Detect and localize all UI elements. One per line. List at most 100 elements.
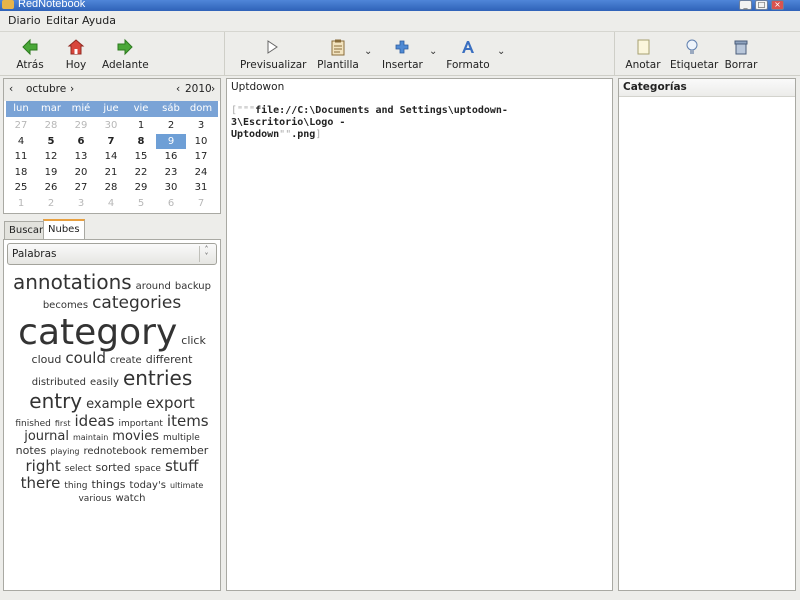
calendar-day[interactable]: 27	[66, 180, 96, 195]
template-button[interactable]: Plantilla	[316, 35, 360, 73]
cloud-line: various watch	[6, 491, 218, 504]
calendar-day[interactable]: 19	[36, 165, 66, 180]
cloud-word[interactable]: notes	[16, 444, 47, 458]
cloud-word[interactable]: could	[65, 349, 106, 367]
calendar-day[interactable]: 8	[126, 134, 156, 149]
calendar-day[interactable]: 7	[186, 196, 216, 211]
calendar-day[interactable]: 12	[36, 149, 66, 164]
editor-text[interactable]: ["""file://C:\Documents and Settings\upt…	[231, 105, 607, 141]
calendar-day[interactable]: 3	[186, 118, 216, 133]
calendar-day[interactable]: 17	[186, 149, 216, 164]
calendar-day[interactable]: 29	[66, 118, 96, 133]
cloud-word[interactable]: right	[26, 457, 61, 475]
menu-editar[interactable]: Editar	[46, 14, 79, 27]
calendar-day[interactable]: 30	[96, 118, 126, 133]
calendar-day[interactable]: 16	[156, 149, 186, 164]
cloud-word[interactable]: entry	[29, 389, 82, 413]
calendar-day[interactable]: 18	[6, 165, 36, 180]
cloud-word[interactable]: there	[21, 474, 61, 492]
cloud-word[interactable]: items	[167, 412, 209, 430]
cloud-word[interactable]: entries	[123, 366, 192, 390]
calendar-day[interactable]: 2	[36, 196, 66, 211]
play-icon	[267, 40, 278, 54]
home-icon	[67, 39, 85, 55]
calendar-year: 2010	[185, 83, 212, 95]
calendar-day[interactable]: 28	[36, 118, 66, 133]
insert-dropdown-arrow[interactable]: ⌄	[429, 46, 437, 57]
calendar-day[interactable]: 11	[6, 149, 36, 164]
calendar-day[interactable]: 2	[156, 118, 186, 133]
cloud-word[interactable]: stuff	[165, 457, 199, 475]
calendar-day[interactable]: 13	[66, 149, 96, 164]
tag-button[interactable]: Etiquetar	[670, 35, 718, 73]
calendar-day[interactable]: 4	[96, 196, 126, 211]
tab-search[interactable]: Buscar	[4, 221, 49, 240]
template-dropdown-arrow[interactable]: ⌄	[364, 46, 372, 57]
next-month-button[interactable]: ›	[70, 83, 74, 95]
weekday-label: sáb	[162, 103, 180, 114]
calendar-day[interactable]: 22	[126, 165, 156, 180]
calendar-day[interactable]: 28	[96, 180, 126, 195]
cloud-word[interactable]: various	[78, 493, 111, 506]
calendar-day[interactable]: 1	[126, 118, 156, 133]
calendar-day[interactable]: 14	[96, 149, 126, 164]
calendar-day[interactable]: 4	[6, 134, 36, 149]
cloud-line: notes playing rednotebook remember	[6, 444, 218, 458]
cloud-word[interactable]: ideas	[75, 412, 115, 430]
delete-button[interactable]: Borrar	[722, 35, 760, 73]
calendar-day[interactable]: 27	[6, 118, 36, 133]
cloud-word[interactable]: movies	[112, 429, 159, 445]
maximize-button[interactable]: □	[755, 0, 768, 10]
calendar-month: octubre	[26, 83, 67, 95]
cloud-word[interactable]: annotations	[13, 270, 132, 294]
forward-button[interactable]: Adelante	[102, 35, 149, 73]
calendar-day[interactable]: 3	[66, 196, 96, 211]
cloud-word[interactable]: watch	[115, 492, 145, 505]
calendar-day[interactable]: 5	[36, 134, 66, 149]
weekday-label: mié	[71, 103, 91, 114]
calendar-day[interactable]: 21	[96, 165, 126, 180]
calendar-day[interactable]: 30	[156, 180, 186, 195]
cloud-word[interactable]: categories	[92, 293, 181, 313]
format-text-icon	[462, 41, 474, 53]
format-dropdown-arrow[interactable]: ⌄	[497, 46, 505, 57]
calendar-day[interactable]: 15	[126, 149, 156, 164]
menu-diario[interactable]: Diario	[8, 14, 41, 27]
calendar-day[interactable]: 5	[126, 196, 156, 211]
calendar-day[interactable]: 20	[66, 165, 96, 180]
categories-header[interactable]: Categorías	[619, 79, 795, 97]
calendar-day[interactable]: 1	[6, 196, 36, 211]
cloud-word[interactable]: category	[18, 312, 177, 353]
insert-button[interactable]: Insertar	[382, 35, 423, 73]
editor-line-2: Uptodown	[231, 129, 280, 140]
preview-button[interactable]: Previsualizar	[240, 35, 306, 73]
calendar-day[interactable]: 6	[156, 196, 186, 211]
calendar-day[interactable]: 9	[156, 133, 186, 149]
menu-ayuda[interactable]: Ayuda	[82, 14, 116, 27]
calendar-day[interactable]: 29	[126, 180, 156, 195]
today-button[interactable]: Hoy	[58, 35, 94, 73]
prev-year-button[interactable]: ‹	[176, 83, 180, 95]
next-year-button[interactable]: ›	[211, 83, 215, 95]
calendar-day[interactable]: 24	[186, 165, 216, 180]
calendar: ‹ octubre › ‹ 2010 › lun mar mié jue vie sáb d…	[3, 78, 221, 214]
calendar-day[interactable]: 31	[186, 180, 216, 195]
title-bar: RedNotebook _ □ ×	[0, 0, 800, 11]
format-button[interactable]: Formato	[446, 35, 490, 73]
cloud-type-select[interactable]: Palabras ˄ ˅	[7, 243, 217, 265]
minimize-button[interactable]: _	[739, 0, 752, 10]
cloud-word[interactable]: remember	[151, 444, 209, 458]
tab-clouds[interactable]: Nubes	[43, 219, 85, 240]
calendar-day[interactable]: 23	[156, 165, 186, 180]
close-button[interactable]: ×	[771, 0, 784, 10]
cloud-word[interactable]: journal	[24, 429, 69, 445]
calendar-day[interactable]: 25	[6, 180, 36, 195]
prev-month-button[interactable]: ‹	[9, 83, 13, 95]
editor-panel[interactable]: Uptdowon ["""file://C:\Documents and Set…	[226, 78, 613, 591]
back-button[interactable]: Atrás	[10, 35, 50, 73]
annotate-button[interactable]: Anotar	[624, 35, 662, 73]
calendar-day[interactable]: 6	[66, 134, 96, 149]
calendar-day[interactable]: 7	[96, 134, 126, 149]
calendar-day[interactable]: 10	[186, 134, 216, 149]
calendar-day[interactable]: 26	[36, 180, 66, 195]
